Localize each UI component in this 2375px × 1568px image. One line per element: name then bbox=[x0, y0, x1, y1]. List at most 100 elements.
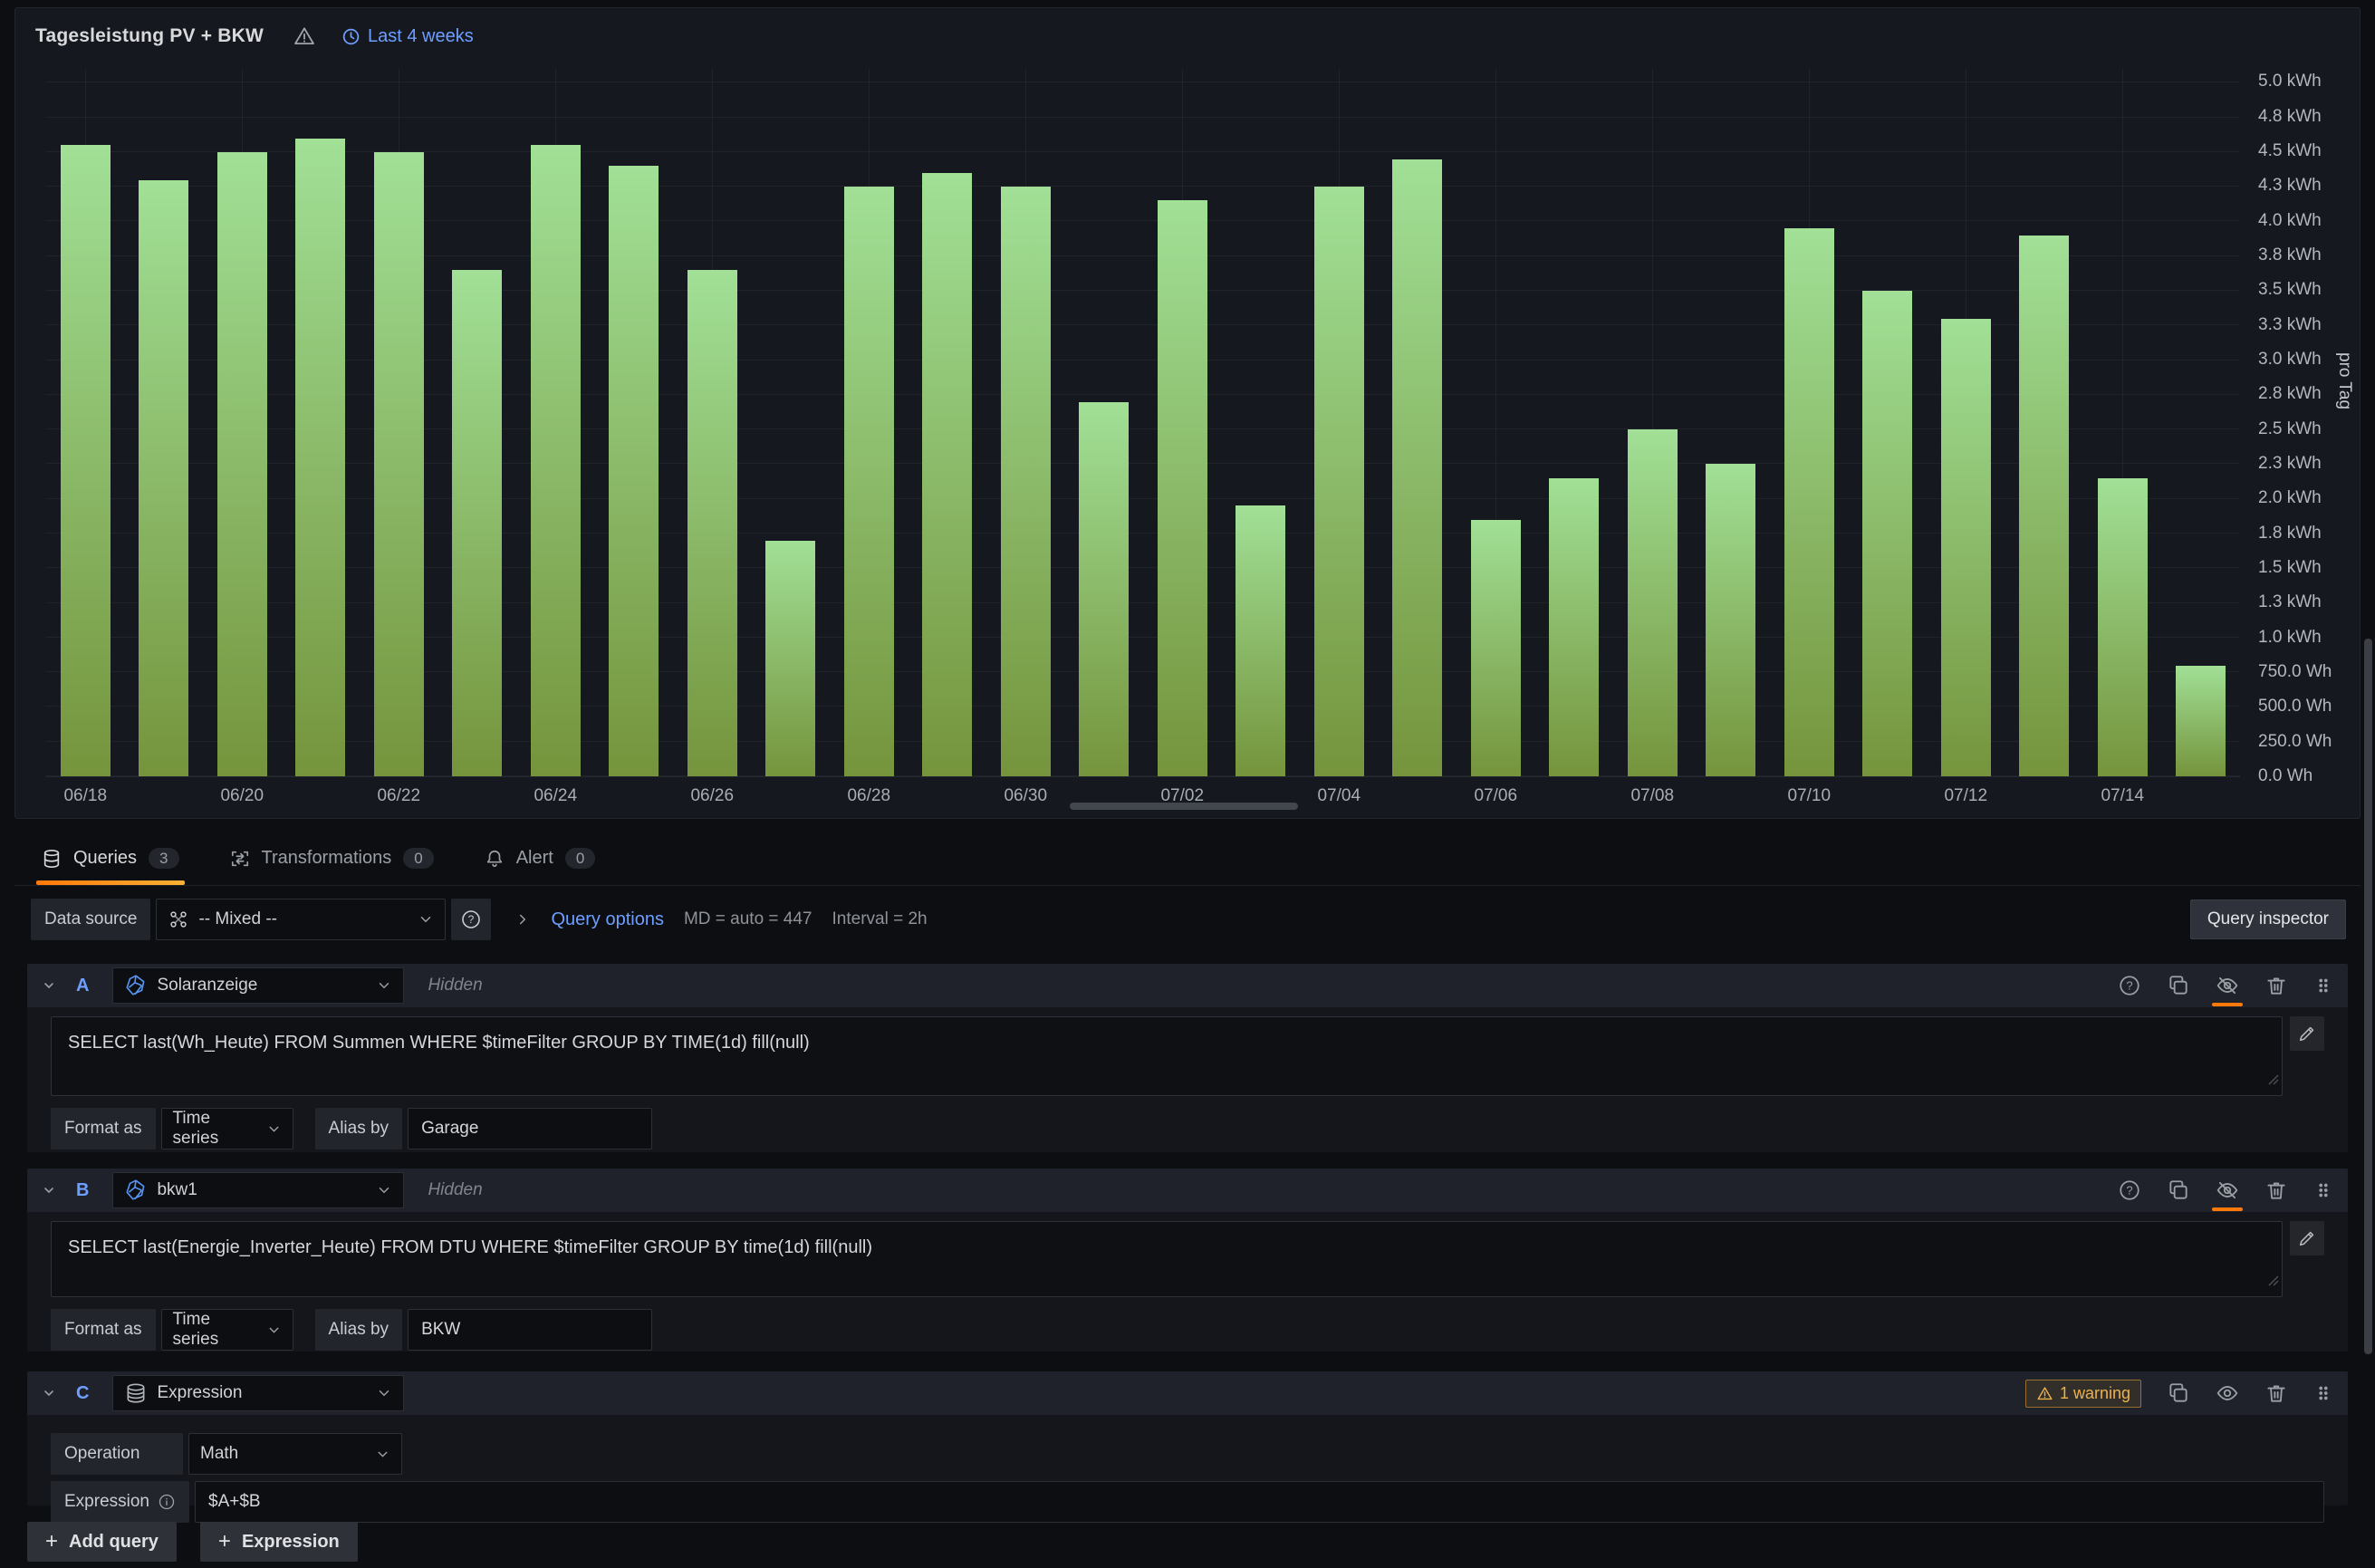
bar[interactable] bbox=[217, 152, 267, 776]
chevron-right-icon[interactable] bbox=[514, 911, 531, 928]
bar[interactable] bbox=[531, 145, 581, 776]
resize-handle-icon[interactable] bbox=[2268, 1067, 2279, 1092]
bar[interactable] bbox=[688, 270, 737, 776]
help-circle-icon[interactable]: ? bbox=[451, 899, 491, 940]
bar-slot bbox=[2162, 69, 2241, 776]
bar[interactable] bbox=[1392, 159, 1442, 776]
query-help-icon[interactable]: ? bbox=[2118, 1178, 2141, 1202]
eye-slash-icon[interactable] bbox=[2216, 974, 2239, 997]
plot-area[interactable] bbox=[46, 69, 2240, 777]
query-card-b: B bkw1 Hidden ? bbox=[27, 1169, 2348, 1352]
tab-transformations[interactable]: Transformations 0 bbox=[225, 832, 439, 885]
bar[interactable] bbox=[139, 180, 188, 776]
bar[interactable] bbox=[374, 152, 424, 776]
warning-triangle-icon bbox=[2036, 1385, 2053, 1402]
datasource-picker[interactable]: -- Mixed -- bbox=[156, 899, 446, 940]
bar[interactable] bbox=[1471, 520, 1521, 776]
warning-triangle-icon[interactable] bbox=[293, 24, 316, 48]
query-a-datasource-picker[interactable]: Solaranzeige bbox=[112, 967, 404, 1004]
chevron-down-icon[interactable] bbox=[42, 1183, 56, 1198]
drag-handle-icon[interactable] bbox=[2313, 1382, 2333, 1404]
bar[interactable] bbox=[1158, 200, 1207, 776]
pencil-icon[interactable] bbox=[2290, 1221, 2324, 1255]
query-ref-letter[interactable]: B bbox=[76, 1180, 89, 1201]
bar-slot bbox=[46, 69, 125, 776]
trash-icon[interactable] bbox=[2264, 1381, 2288, 1405]
bar-slot bbox=[1927, 69, 2005, 776]
bar[interactable] bbox=[295, 139, 345, 776]
bar[interactable] bbox=[1079, 402, 1129, 776]
expression-input[interactable] bbox=[195, 1481, 2324, 1523]
bar-slot bbox=[438, 69, 517, 776]
bar[interactable] bbox=[1862, 291, 1912, 776]
bar[interactable] bbox=[765, 541, 815, 776]
bar[interactable] bbox=[452, 270, 502, 776]
bar[interactable] bbox=[922, 173, 972, 776]
bar-slot bbox=[1770, 69, 1849, 776]
query-options-toggle[interactable]: Query options bbox=[551, 909, 664, 930]
bar-chart[interactable] bbox=[46, 69, 2240, 777]
query-header-b[interactable]: B bkw1 Hidden ? bbox=[27, 1169, 2348, 1212]
drag-handle-icon[interactable] bbox=[2313, 1179, 2333, 1201]
trash-icon[interactable] bbox=[2264, 974, 2288, 997]
bar-slot bbox=[1143, 69, 1222, 776]
bar[interactable] bbox=[844, 187, 894, 776]
query-c-datasource-picker[interactable]: Expression bbox=[112, 1375, 404, 1411]
bar[interactable] bbox=[1549, 478, 1599, 776]
duplicate-query-icon[interactable] bbox=[2167, 1381, 2190, 1405]
tab-queries[interactable]: Queries 3 bbox=[36, 832, 185, 885]
x-tick-label: 07/08 bbox=[1630, 786, 1674, 806]
query-ref-letter[interactable]: C bbox=[76, 1383, 89, 1404]
alias-input[interactable] bbox=[408, 1108, 652, 1150]
query-help-icon[interactable]: ? bbox=[2118, 974, 2141, 997]
format-as-select[interactable]: Time series bbox=[161, 1108, 293, 1150]
duplicate-query-icon[interactable] bbox=[2167, 974, 2190, 997]
bar[interactable] bbox=[1236, 505, 1285, 776]
pencil-icon[interactable] bbox=[2290, 1016, 2324, 1051]
query-inspector-button[interactable]: Query inspector bbox=[2190, 899, 2346, 939]
x-tick-label: 06/20 bbox=[220, 786, 264, 806]
bar[interactable] bbox=[1706, 464, 1755, 776]
query-b-datasource-picker[interactable]: bkw1 bbox=[112, 1172, 404, 1208]
eye-slash-icon[interactable] bbox=[2216, 1178, 2239, 1202]
time-range-picker[interactable]: Last 4 weeks bbox=[341, 26, 474, 47]
bar[interactable] bbox=[61, 145, 111, 776]
bar[interactable] bbox=[609, 166, 659, 776]
query-header-c[interactable]: C Expression 1 warning bbox=[27, 1371, 2348, 1415]
duplicate-query-icon[interactable] bbox=[2167, 1178, 2190, 1202]
bar[interactable] bbox=[1314, 187, 1364, 776]
drag-handle-icon[interactable] bbox=[2313, 975, 2333, 996]
bar[interactable] bbox=[2176, 666, 2226, 777]
tab-alert[interactable]: Alert 0 bbox=[479, 832, 601, 885]
query-header-a[interactable]: A Solaranzeige Hidden ? bbox=[27, 964, 2348, 1007]
alias-input[interactable] bbox=[408, 1309, 652, 1351]
query-a-editor[interactable]: SELECT last(Wh_Heute) FROM Summen WHERE … bbox=[51, 1016, 2283, 1096]
database-icon bbox=[42, 849, 62, 869]
page-scrollbar[interactable] bbox=[2364, 639, 2372, 1354]
chevron-down-icon[interactable] bbox=[42, 978, 56, 993]
y-tick-label: 2.0 kWh bbox=[2258, 488, 2322, 508]
info-circle-icon[interactable] bbox=[158, 1493, 176, 1511]
bar-slot bbox=[2005, 69, 2084, 776]
resize-handle-icon[interactable] bbox=[2268, 1268, 2279, 1294]
chevron-down-icon[interactable] bbox=[42, 1386, 56, 1400]
chart-horizontal-scrollbar[interactable] bbox=[1070, 803, 1298, 810]
bar[interactable] bbox=[2019, 236, 2069, 776]
bar[interactable] bbox=[2098, 478, 2148, 776]
bar[interactable] bbox=[1001, 187, 1051, 776]
operation-select[interactable]: Math bbox=[188, 1433, 402, 1475]
bars-layer bbox=[46, 69, 2240, 776]
query-ref-letter[interactable]: A bbox=[76, 976, 89, 996]
warning-badge[interactable]: 1 warning bbox=[2025, 1380, 2141, 1408]
query-b-editor[interactable]: SELECT last(Energie_Inverter_Heute) FROM… bbox=[51, 1221, 2283, 1297]
add-query-button[interactable]: + Add query bbox=[27, 1522, 177, 1562]
bar[interactable] bbox=[1941, 319, 1991, 776]
add-expression-button[interactable]: + Expression bbox=[200, 1522, 358, 1562]
format-as-select[interactable]: Time series bbox=[161, 1309, 293, 1351]
trash-icon[interactable] bbox=[2264, 1178, 2288, 1202]
bar[interactable] bbox=[1628, 429, 1678, 776]
eye-icon[interactable] bbox=[2216, 1381, 2239, 1405]
bar[interactable] bbox=[1784, 228, 1834, 776]
y-tick-label: 3.8 kWh bbox=[2258, 245, 2322, 265]
tab-count-badge: 0 bbox=[403, 848, 433, 869]
